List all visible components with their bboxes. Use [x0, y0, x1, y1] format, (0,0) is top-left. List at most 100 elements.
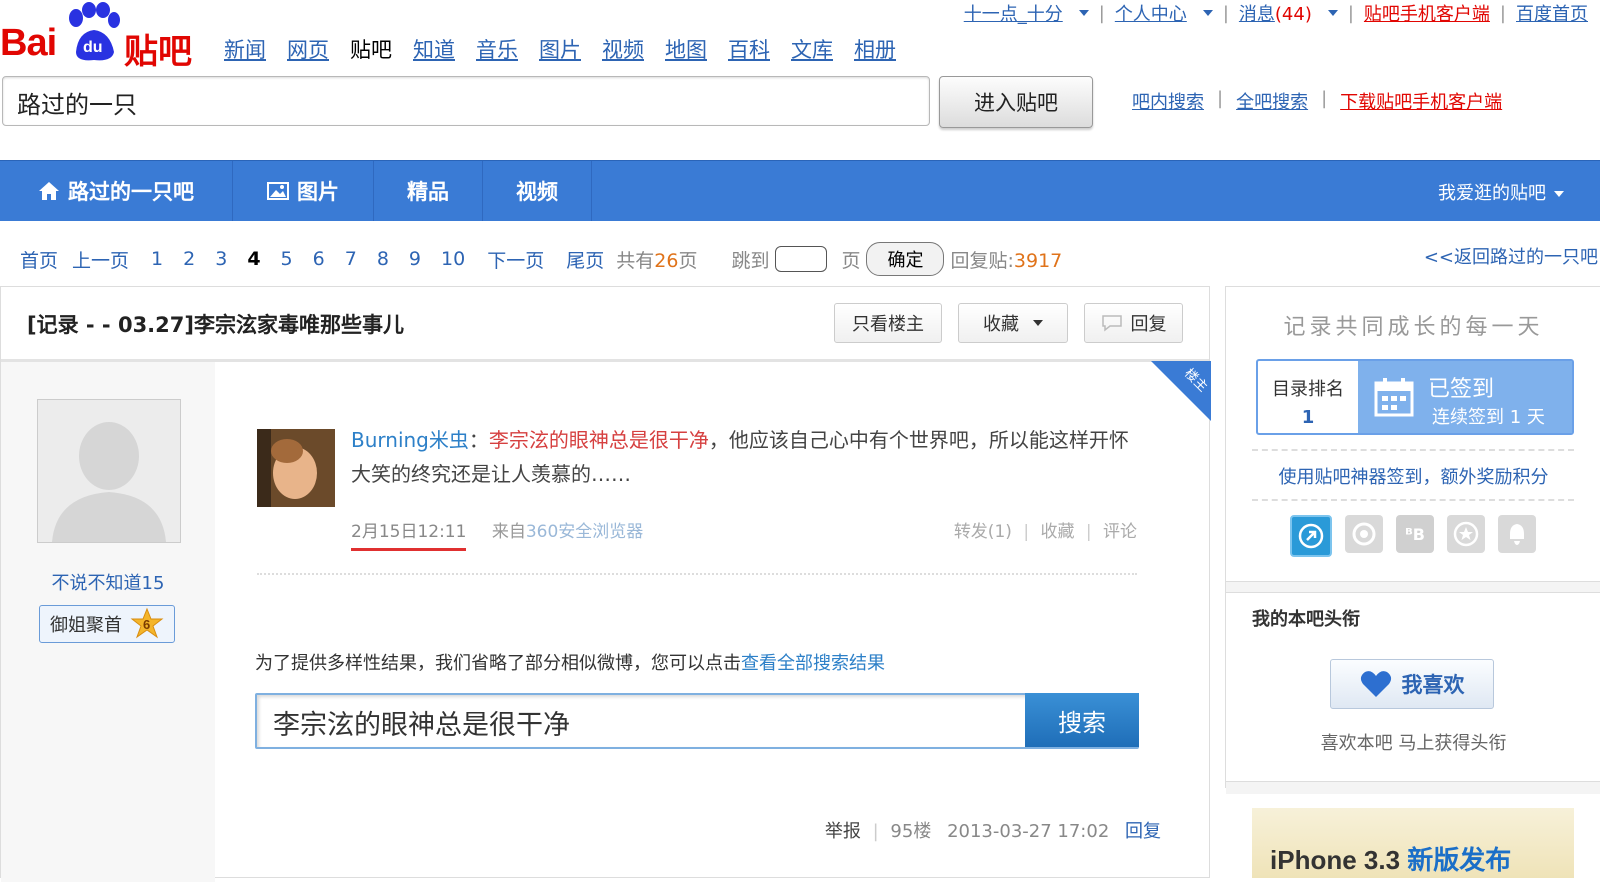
pagination: 首页 上一页 1 2 3 4 5 6 7 8 9 10 下一页 尾页 共有26页…	[20, 242, 1076, 276]
weibo-highlight: 李宗泫的眼神总是很干净	[488, 428, 709, 452]
messages-link[interactable]: 消息(44)	[1239, 0, 1312, 26]
chevron-down-icon	[1033, 320, 1043, 326]
baidu-tieba-logo[interactable]: Bai du 贴吧	[0, 0, 200, 72]
jump-label: 跳到	[731, 249, 770, 272]
username-link[interactable]: 十一点_十分	[964, 0, 1063, 26]
member-badge[interactable]: 御姐聚首 6	[39, 605, 175, 643]
page-link[interactable]: 8	[377, 248, 389, 270]
weibo-actions: 转发(1) | 收藏 | 评论	[954, 517, 1137, 542]
enter-tieba-button[interactable]: 进入贴吧	[939, 76, 1093, 128]
iphone-ad-banner[interactable]: iPhone 3.3 新版发布	[1252, 808, 1574, 878]
jump-suffix: 页	[841, 249, 861, 272]
tieba-search-input[interactable]: 路过的一只	[2, 76, 930, 126]
calendar-icon	[1374, 378, 1414, 417]
download-client-link[interactable]: 下载贴吧手机客户端	[1340, 88, 1502, 114]
page-link[interactable]: 7	[345, 248, 357, 270]
bell-icon[interactable]	[1498, 515, 1536, 553]
reply-button[interactable]: 回复	[1084, 303, 1183, 343]
weibo-comment: 评论	[1103, 522, 1137, 542]
chevron-down-icon[interactable]	[1327, 10, 1338, 16]
section-divider	[1226, 781, 1600, 794]
thread-header: [记录 - - 03.27]李宗泫家毒唯那些事儿 只看楼主 收藏 回复	[1, 287, 1209, 362]
personal-center-link[interactable]: 个人中心	[1115, 0, 1187, 26]
page-link[interactable]: 5	[281, 248, 293, 270]
page-first[interactable]: 首页	[20, 246, 58, 273]
chevron-down-icon[interactable]	[1078, 10, 1089, 16]
divider: |	[1347, 2, 1354, 24]
heart-icon	[1360, 671, 1391, 697]
search-links: 吧内搜索 | 全吧搜索 | 下载贴吧手机客户端	[1132, 88, 1502, 114]
jump-page-input[interactable]	[775, 246, 828, 272]
nav-news[interactable]: 新闻	[224, 34, 266, 64]
baidu-home-link[interactable]: 百度首页	[1516, 0, 1588, 26]
nav-wenku[interactable]: 文库	[791, 34, 833, 64]
nav-album[interactable]: 相册	[854, 34, 896, 64]
weibo-time: 2月15日12:11	[351, 522, 467, 551]
picture-icon	[267, 182, 289, 200]
tab-forum-home[interactable]: 路过的一只吧	[0, 161, 233, 221]
chevron-down-icon[interactable]	[1202, 10, 1213, 16]
nav-images[interactable]: 图片	[539, 34, 581, 64]
page-next[interactable]: 下一页	[487, 246, 544, 273]
back-to-forum-link[interactable]: <<返回路过的一只吧	[1424, 243, 1598, 269]
post-datetime: 2013-03-27 17:02	[947, 821, 1110, 842]
page-prev[interactable]: 上一页	[72, 246, 129, 273]
collect-button[interactable]: 收藏	[958, 303, 1068, 343]
product-nav: 新闻 网页 贴吧 知道 音乐 图片 视频 地图 百科 文库 相册	[224, 34, 896, 64]
page-link[interactable]: 1	[151, 248, 163, 270]
tab-pictures[interactable]: 图片	[233, 161, 374, 221]
page-link[interactable]: 6	[313, 248, 325, 270]
in-bar-search-link[interactable]: 吧内搜索	[1132, 88, 1204, 114]
sidebar: 记录共同成长的每一天 目录排名 1 已签到 连续签到 1 天 使用贴吧神器签到，…	[1225, 286, 1600, 794]
post-reply-link[interactable]: 回复	[1125, 821, 1161, 842]
nav-video[interactable]: 视频	[602, 34, 644, 64]
nav-music[interactable]: 音乐	[476, 34, 518, 64]
report-link[interactable]: 举报	[825, 821, 861, 842]
nav-baike[interactable]: 百科	[728, 34, 770, 64]
total-suffix: 页	[678, 249, 698, 272]
mobile-client-link[interactable]: 贴吧手机客户端	[1364, 0, 1490, 26]
section-divider	[1226, 581, 1600, 593]
page-link[interactable]: 3	[215, 248, 227, 270]
sign-tool-promo-link[interactable]: 使用贴吧神器签到，额外奖励积分	[1226, 463, 1600, 489]
tab-video[interactable]: 视频	[483, 161, 592, 221]
weibo-forward: 转发(1)	[953, 522, 1012, 542]
favorite-bars-dropdown[interactable]: 我爱逛的贴吧	[1438, 179, 1564, 205]
nav-map[interactable]: 地图	[665, 34, 707, 64]
reply-count-value: 3917	[1013, 249, 1063, 272]
jump-confirm-button[interactable]: 确定	[866, 242, 945, 276]
browser-icon[interactable]	[1345, 515, 1383, 553]
post-content: Burning米虫：李宗泫的眼神总是很干净，他应该自己心中有个世界吧，所以能这样…	[247, 387, 1167, 817]
member-badge-label: 御姐聚首	[50, 615, 122, 636]
author-name-link[interactable]: 不说不知道15	[1, 569, 215, 595]
avatar[interactable]	[37, 399, 181, 543]
level-star-icon: 6	[130, 607, 164, 639]
tab-featured[interactable]: 精品	[374, 161, 483, 221]
all-bar-search-link[interactable]: 全吧搜索	[1236, 88, 1308, 114]
weibo-user: Burning米虫	[351, 428, 469, 452]
divider: |	[1023, 522, 1030, 542]
note-text: 为了提供多样性结果，我们省略了部分相似微博，您可以点击	[255, 653, 741, 674]
like-forum-button[interactable]: 我喜欢	[1330, 659, 1494, 709]
page-link[interactable]: 2	[183, 248, 195, 270]
divider: |	[1321, 88, 1328, 109]
page-link[interactable]: 10	[441, 248, 465, 270]
ad-text: iPhone 3.3 新版发布	[1270, 840, 1511, 877]
signed-in-button[interactable]: 已签到 连续签到 1 天	[1358, 361, 1572, 433]
weibo-colon: ：	[468, 428, 489, 452]
page-last[interactable]: 尾页	[566, 246, 604, 273]
tieba-app-icon[interactable]	[1290, 515, 1332, 557]
total-prefix: 共有	[616, 249, 655, 272]
only-op-button[interactable]: 只看楼主	[834, 303, 942, 343]
bb-icon[interactable]: ᴮB	[1396, 515, 1434, 553]
nav-zhidao[interactable]: 知道	[413, 34, 455, 64]
dotted-divider	[257, 573, 1137, 575]
star-icon[interactable]	[1447, 515, 1485, 553]
page-link[interactable]: 9	[409, 248, 421, 270]
search-input-value: 路过的一只	[17, 91, 137, 119]
nav-web[interactable]: 网页	[287, 34, 329, 64]
signed-label: 已签到	[1428, 377, 1495, 402]
nav-tieba[interactable]: 贴吧	[350, 34, 392, 64]
messages-label[interactable]: 消息	[1239, 4, 1275, 25]
divider: |	[1085, 522, 1092, 542]
